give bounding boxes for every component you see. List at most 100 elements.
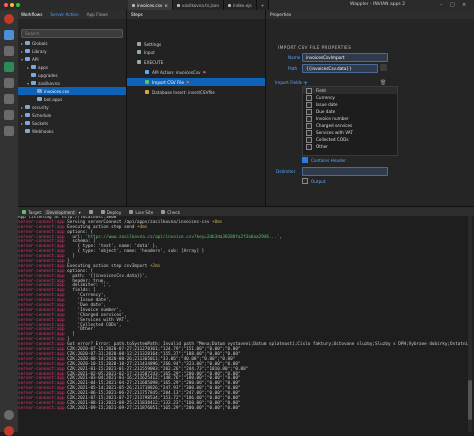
minimize-icon[interactable]: – — [440, 2, 443, 8]
field-label: Services with VAT — [316, 130, 353, 135]
step-item[interactable]: Database Insert: insertCSVfile — [127, 88, 265, 96]
checkbox-icon — [302, 178, 308, 184]
tab-app-flows[interactable]: App Flows — [87, 12, 108, 17]
sidebar-item-label: invoices.csv — [44, 88, 70, 94]
field-item[interactable]: Issue date — [303, 101, 397, 108]
step-item[interactable]: Settings — [127, 40, 265, 48]
design-icon[interactable] — [4, 46, 14, 56]
sidebar-item[interactable]: upgrades — [18, 71, 126, 79]
deploy-button[interactable]: Deploy — [100, 210, 121, 215]
sidebar-item[interactable]: Webhooks — [18, 127, 126, 135]
data-picker-icon[interactable] — [380, 64, 387, 71]
sidebar-item[interactable]: ▸ security — [18, 103, 126, 111]
field-item[interactable]: Other — [303, 143, 397, 150]
step-item[interactable]: API Action: invoicesCsv ⚑ — [127, 68, 265, 76]
checkbox-icon[interactable] — [306, 143, 312, 150]
git-icon[interactable] — [4, 110, 14, 120]
field-item[interactable]: Collected CODs — [303, 136, 397, 143]
project-icon[interactable] — [4, 30, 14, 40]
field-item[interactable]: Due date — [303, 108, 397, 115]
field-item[interactable]: Charged services — [303, 122, 397, 129]
sidebar-item[interactable]: ▸ apps — [18, 63, 126, 71]
step-label: EXECUTE — [144, 59, 164, 65]
code-icon[interactable] — [4, 94, 14, 104]
checkbox-icon[interactable] — [306, 87, 312, 94]
close-window-button[interactable] — [4, 3, 8, 7]
tab-index-ejs[interactable]: index.ejs — [224, 0, 257, 10]
folder-icon — [25, 57, 30, 61]
terminal-scrollbar-thumb[interactable] — [468, 380, 472, 420]
chevron-down-icon: ▾ — [78, 209, 81, 215]
input-icon — [137, 50, 141, 54]
field-item[interactable]: Services with VAT — [303, 129, 397, 136]
field-label: Currency — [316, 95, 335, 100]
checkbox-icon[interactable] — [306, 122, 312, 129]
sidebar-item[interactable]: bot.apps — [18, 95, 126, 103]
field-item[interactable]: Invoice number — [303, 115, 397, 122]
db-icon — [145, 90, 149, 94]
server-icon[interactable] — [4, 62, 14, 72]
step-item[interactable]: Input — [127, 48, 265, 56]
log-text: { type: 'object', name: 'headers', sub: … — [64, 249, 205, 255]
delimiter-field[interactable] — [302, 167, 388, 176]
sidebar-item-label: Sockets — [32, 120, 49, 126]
target-selector[interactable]: Target: Development ▾ — [22, 209, 81, 215]
search-icon[interactable] — [4, 126, 14, 136]
tab-workflows[interactable]: Workflows — [21, 12, 42, 17]
workflows-sidebar: Workflows Server Action App Flows Search… — [18, 10, 127, 206]
path-field[interactable]: {{invoicesCsv.data}} — [302, 64, 378, 73]
stop-button[interactable] — [88, 210, 93, 214]
step-item[interactable]: EXECUTE — [127, 58, 265, 66]
sidebar-item[interactable]: ▸ Sockets — [18, 119, 126, 127]
sidebar-item-label: Schedule — [32, 112, 52, 118]
steps-panel: Steps Settings Input EXECUTE API Action: in… — [127, 10, 266, 206]
file-icon — [176, 3, 180, 7]
sidebar-item[interactable]: ▸ Library — [18, 47, 126, 55]
activity-bar — [0, 10, 19, 436]
field-label: Charged services — [316, 123, 353, 128]
live-site-button[interactable]: Live Site — [129, 210, 153, 215]
sidebar-item[interactable]: ▾ zasilkovna — [18, 79, 126, 87]
zoom-window-button[interactable] — [16, 3, 20, 7]
checkbox-icon[interactable] — [306, 101, 312, 108]
warning-badge: ⚑ — [186, 79, 190, 85]
tab-steps[interactable]: Steps — [127, 12, 147, 17]
database-icon[interactable] — [4, 78, 14, 88]
maximize-icon[interactable]: □ — [450, 2, 455, 8]
notifications-icon[interactable] — [4, 426, 14, 436]
tab-server-action[interactable]: Server Action — [50, 12, 78, 17]
step-label: API Action: invoicesCsv — [152, 69, 201, 75]
sidebar-item[interactable]: ▸ Globals — [18, 39, 126, 47]
file-icon — [228, 3, 232, 7]
name-field[interactable]: invoicesCsvImport — [302, 53, 388, 62]
minimize-window-button[interactable] — [10, 3, 14, 7]
check-button[interactable]: Check — [161, 210, 180, 215]
stop-icon — [88, 210, 93, 214]
checkbox-icon[interactable] — [306, 108, 312, 115]
log-source-tag: server-connect:app — [18, 405, 65, 411]
checkbox-icon[interactable] — [306, 136, 312, 143]
terminal-output[interactable]: App listening at http://localhost:3000 se… — [18, 216, 474, 432]
tab-zasilkovna-json[interactable]: vasilkovna.ts.json — [172, 0, 225, 10]
close-tab-icon[interactable]: × — [164, 3, 168, 8]
field-item[interactable]: Currency — [303, 94, 397, 101]
log-text: +4ms — [137, 224, 148, 230]
sidebar-item[interactable]: ▾ API — [18, 55, 126, 63]
step-item[interactable]: Import CSV File ⚑ — [127, 78, 265, 86]
contains-header-toggle[interactable]: Contains Header — [302, 157, 346, 163]
settings-icon[interactable] — [4, 410, 14, 420]
tab-invoices-csv[interactable]: invoices.csv × — [128, 0, 173, 10]
file-icon — [132, 3, 135, 7]
new-tab-button[interactable]: + — [256, 0, 270, 10]
search-input[interactable]: Search — [21, 29, 123, 38]
field-label: Collected CODs — [316, 137, 349, 142]
server-tree: ▸ Globals ▸ Library ▾ API ▸ apps upgrades ▾ zasilk… — [18, 39, 126, 135]
sidebar-item[interactable]: invoices.csv — [18, 87, 126, 95]
close-icon[interactable]: × — [462, 2, 466, 8]
output-toggle[interactable]: Output — [302, 178, 326, 184]
checkbox-icon[interactable] — [306, 94, 312, 101]
checkbox-icon[interactable] — [306, 129, 312, 136]
sidebar-item[interactable]: ▸ Schedule — [18, 111, 126, 119]
checkbox-icon — [302, 157, 308, 163]
checkbox-icon[interactable] — [306, 115, 312, 122]
